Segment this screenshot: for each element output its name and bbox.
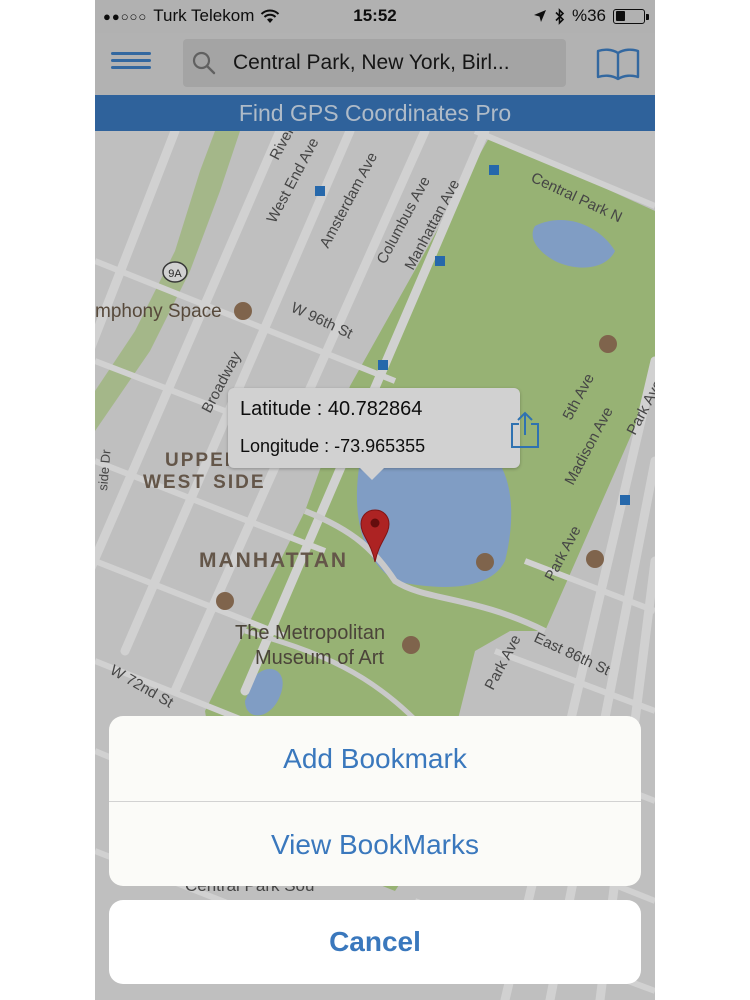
add-bookmark-button[interactable]: Add Bookmark (109, 716, 641, 801)
phone-screen: ●●○○○ Turk Telekom 15:52 %36 Central Par… (95, 0, 655, 1000)
view-bookmarks-button[interactable]: View BookMarks (109, 802, 641, 886)
action-sheet: Add Bookmark View BookMarks (109, 716, 641, 886)
cancel-button[interactable]: Cancel (109, 900, 641, 984)
